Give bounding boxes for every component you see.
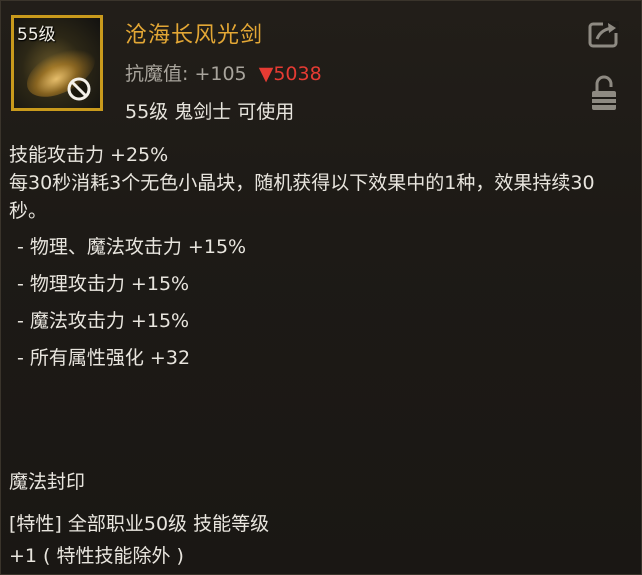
magic-resist-line: 抗魔值: +105 ▼5038 <box>125 59 322 86</box>
share-icon[interactable] <box>587 19 621 49</box>
skill-attack-line: 技能攻击力 +25% <box>9 144 169 166</box>
trait-line-2: +1 ( 特性技能除外 ) <box>9 545 184 567</box>
stat-diff-value: 5038 <box>273 63 322 85</box>
stat-diff: ▼5038 <box>259 63 322 85</box>
magic-seal-section: 魔法封印 [特性] 全部职业50级 技能等级 +1 ( 特性技能除外 ) <box>9 466 627 572</box>
down-arrow-icon: ▼ <box>258 63 274 85</box>
item-level-badge: 55级 <box>17 25 56 45</box>
effect-option: - 所有属性强化 +32 <box>17 347 191 369</box>
forbid-icon <box>67 77 91 101</box>
trait-line-1: [特性] 全部职业50级 技能等级 <box>9 513 270 535</box>
effect-option: - 物理、魔法攻击力 +15% <box>17 236 247 258</box>
effects-section: 技能攻击力 +25% 每30秒消耗3个无色小晶块，随机获得以下效果中的1种，效果… <box>9 141 627 377</box>
requirement-line: 55级 鬼剑士 可使用 <box>125 101 295 123</box>
tooltip-header: 55级 沧海长风光剑 抗魔值: +105 ▼5038 55级 鬼剑士 可使用 <box>1 1 641 127</box>
effect-options: - 物理、魔法攻击力 +15% - 物理攻击力 +15% - 魔法攻击力 +15… <box>9 229 627 377</box>
effect-description: 每30秒消耗3个无色小晶块，随机获得以下效果中的1种，效果持续30秒。 <box>9 172 595 222</box>
item-name: 沧海长风光剑 <box>125 23 264 48</box>
effect-option: - 魔法攻击力 +15% <box>17 310 190 332</box>
item-icon[interactable]: 55级 <box>11 15 103 111</box>
lock-icon[interactable] <box>589 73 619 113</box>
magic-seal-title: 魔法封印 <box>9 471 86 493</box>
item-tooltip: 55级 沧海长风光剑 抗魔值: +105 ▼5038 55级 鬼剑士 可使用 技… <box>0 0 642 575</box>
stat-value: +105 <box>194 63 247 85</box>
stat-label: 抗魔值: <box>125 63 189 85</box>
effect-option: - 物理攻击力 +15% <box>17 273 190 295</box>
